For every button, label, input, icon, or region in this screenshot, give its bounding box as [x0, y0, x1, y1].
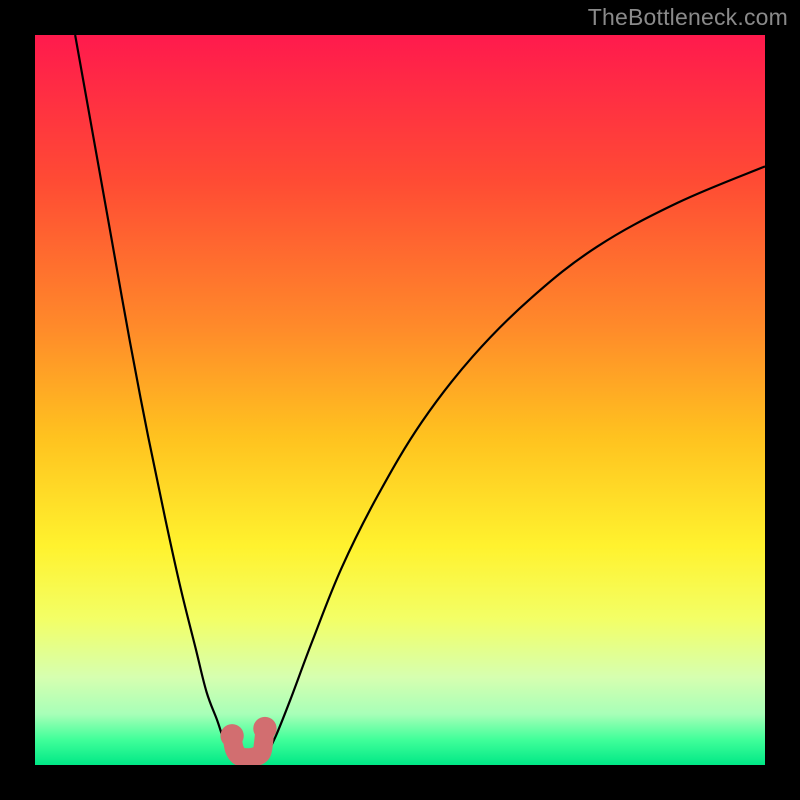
watermark-text: TheBottleneck.com	[588, 4, 788, 31]
left-branch-curve	[75, 35, 232, 758]
plot-area	[35, 35, 765, 765]
bracket-end-marker	[220, 724, 243, 747]
bracket-end-marker	[253, 717, 276, 740]
curves-layer	[35, 35, 765, 765]
right-branch-curve	[265, 166, 765, 757]
outer-frame: TheBottleneck.com	[0, 0, 800, 800]
